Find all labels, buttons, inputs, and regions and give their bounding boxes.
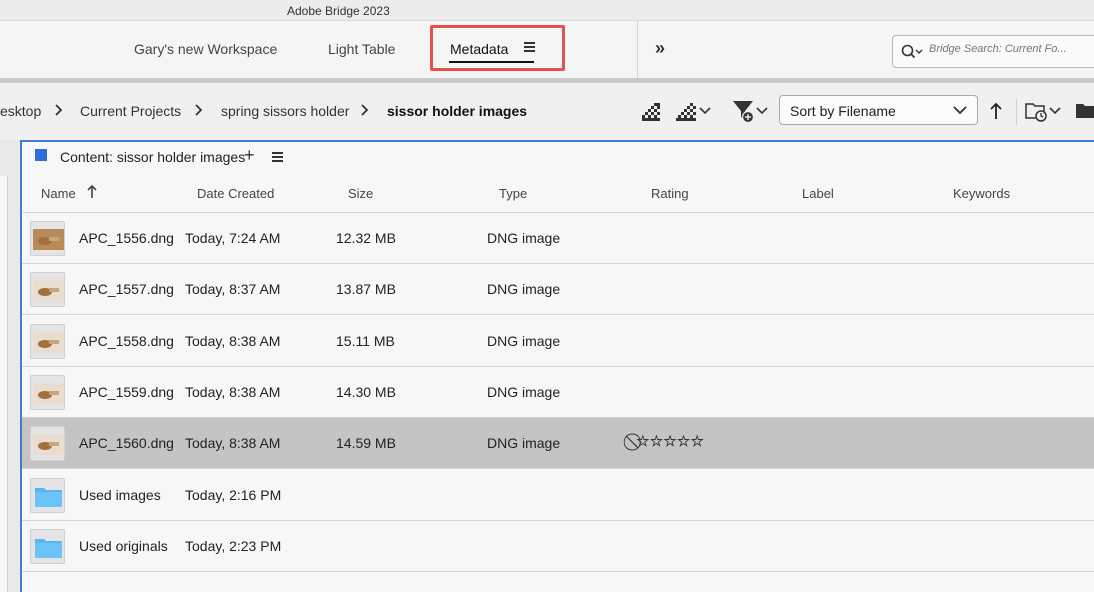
column-header-size[interactable]: Size (348, 186, 373, 201)
table-row[interactable]: APC_1560.dng Today, 8:38 AM 14.59 MB DNG im… (22, 418, 1094, 470)
column-header-rating[interactable]: Rating (651, 186, 689, 201)
file-size: 15.11 MB (336, 332, 395, 349)
file-date-created: Today, 2:16 PM (185, 486, 282, 503)
file-type: DNG image (487, 435, 561, 452)
left-panel-scroll (0, 176, 8, 592)
image-thumbnail-icon (30, 221, 65, 256)
workspace-bar: Gary's new Workspace Light Table Metadat… (0, 21, 1094, 78)
table-row[interactable]: APC_1557.dng Today, 8:37 AM 13.87 MB DNG im… (22, 264, 1094, 316)
app-title: Adobe Bridge 2023 (287, 4, 390, 18)
file-size: 12.32 MB (336, 230, 396, 246)
search-icon (901, 44, 923, 59)
file-type: DNG image (487, 281, 561, 298)
content-panel-title: Content: sissor holder images (60, 149, 246, 165)
filter-icon[interactable] (731, 97, 771, 125)
table-row[interactable]: APC_1559.dng Today, 8:38 AM 14.30 MB DNG im… (22, 366, 1094, 418)
file-size: 13.87 MB (336, 281, 396, 298)
title-bar: Adobe Bridge 2023 (0, 0, 1094, 21)
left-panel-edge (0, 140, 20, 592)
breadcrumb-spring-sissors-holder[interactable]: spring sissors holder (221, 103, 349, 119)
file-name: APC_1556.dng (79, 230, 174, 246)
table-row[interactable]: APC_1556.dng Today, 7:24 AM 12.32 MB DNG im… (22, 213, 1094, 264)
folder-icon (30, 477, 65, 513)
image-thumbnail-icon (30, 323, 65, 359)
file-name: Used originals (79, 537, 168, 554)
breadcrumb-desktop[interactable]: esktop (0, 103, 41, 119)
chevron-right-icon (55, 104, 63, 116)
file-name: APC_1557.dng (79, 281, 174, 298)
thumbnail-quality-icon[interactable] (640, 97, 662, 125)
sort-select-label: Sort by Filename (790, 103, 896, 119)
file-date-created: Today, 8:38 AM (185, 332, 281, 349)
path-bar: esktop Current Projects spring sissors h… (0, 83, 1094, 140)
file-date-created: Today, 7:24 AM (185, 230, 281, 246)
sort-up-arrow-icon (87, 184, 97, 198)
sort-select[interactable]: Sort by Filename (779, 95, 978, 125)
breadcrumb-current-projects[interactable]: Current Projects (80, 103, 181, 119)
tab-light-table[interactable]: Light Table (328, 41, 395, 57)
more-workspaces-button[interactable]: » (655, 38, 665, 59)
image-thumbnail-icon (30, 426, 65, 462)
sort-ascending-icon[interactable] (988, 97, 1004, 125)
toolbar-divider (1016, 99, 1017, 125)
search-input[interactable] (929, 43, 1089, 55)
file-type: DNG image (487, 332, 561, 349)
folder-icon (30, 528, 65, 564)
chevron-down-icon (953, 106, 967, 115)
tab-garys-new-workspace[interactable]: Gary's new Workspace (134, 41, 277, 57)
chevron-right-icon (195, 104, 203, 116)
file-size: 14.30 MB (336, 383, 396, 400)
bridge-search-box[interactable] (892, 35, 1094, 68)
star-rating-control[interactable]: ⃠☆☆☆☆☆ (636, 432, 704, 452)
active-tab-underline (449, 61, 534, 63)
table-row[interactable]: Used originals Today, 2:23 PM (22, 520, 1094, 572)
column-header-type[interactable]: Type (499, 186, 527, 201)
file-name: APC_1558.dng (79, 332, 174, 349)
column-header-name[interactable]: Name (41, 186, 76, 201)
new-folder-icon[interactable] (1074, 97, 1094, 125)
file-size: 14.59 MB (336, 435, 396, 452)
rating-filter-icon[interactable] (674, 97, 714, 125)
table-row[interactable]: APC_1558.dng Today, 8:38 AM 15.11 MB DNG im… (22, 315, 1094, 367)
add-panel-button[interactable]: + (244, 145, 255, 166)
file-name: Used images (79, 486, 161, 503)
workspace-menu-icon[interactable] (524, 42, 535, 52)
image-thumbnail-icon (30, 272, 65, 308)
workspace-divider (637, 21, 638, 78)
file-name: APC_1559.dng (79, 383, 174, 400)
chevron-right-icon (361, 104, 369, 116)
panel-menu-icon[interactable] (272, 152, 283, 164)
tab-metadata[interactable]: Metadata (450, 41, 508, 57)
table-row[interactable]: Used images Today, 2:16 PM (22, 469, 1094, 521)
column-header-label[interactable]: Label (802, 186, 834, 201)
file-date-created: Today, 2:23 PM (185, 537, 282, 554)
image-thumbnail-icon (30, 374, 65, 410)
file-name: APC_1560.dng (79, 435, 174, 452)
content-panel-color-square (35, 149, 47, 161)
file-type: DNG image (487, 383, 561, 400)
file-type: DNG image (487, 230, 561, 246)
breadcrumb-sissor-holder-images[interactable]: sissor holder images (387, 103, 527, 119)
recent-folders-icon[interactable] (1024, 97, 1064, 125)
file-date-created: Today, 8:38 AM (185, 435, 281, 452)
column-header-keywords[interactable]: Keywords (953, 186, 1010, 201)
file-date-created: Today, 8:38 AM (185, 383, 281, 400)
content-panel-header: Content: sissor holder images + (22, 142, 1094, 172)
content-panel: Content: sissor holder images + Name Dat… (20, 140, 1094, 592)
file-date-created: Today, 8:37 AM (185, 281, 281, 298)
column-header-date-created[interactable]: Date Created (197, 186, 274, 201)
